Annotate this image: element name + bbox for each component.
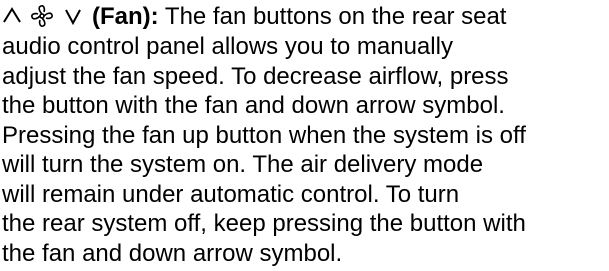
- lead-text: The fan buttons on the rear seat: [164, 3, 507, 30]
- body-line: Pressing the fan up button when the syst…: [2, 121, 526, 149]
- fan-icon: [29, 2, 55, 32]
- down-arrow-icon: [61, 2, 85, 32]
- body-line: adjust the fan speed. To decrease airflo…: [2, 62, 509, 90]
- fan-symbol-group: [2, 2, 85, 32]
- body-line: the rear system off, keep pressing the b…: [2, 210, 526, 237]
- up-arrow-icon: [2, 2, 22, 32]
- body-line: will turn the system on. The air deliver…: [2, 151, 484, 178]
- first-line: (Fan): The fan buttons on the rear seat: [2, 2, 607, 32]
- body-line: will remain under automatic control. To …: [2, 180, 460, 208]
- body-line: audio control panel allows you to manual…: [2, 33, 453, 60]
- fan-term: (Fan):: [92, 3, 159, 30]
- document-body: (Fan): The fan buttons on the rear seat …: [2, 2, 607, 268]
- body-line: the fan and down arrow symbol.: [2, 239, 343, 267]
- body-line: the button with the fan and down arrow s…: [2, 92, 505, 119]
